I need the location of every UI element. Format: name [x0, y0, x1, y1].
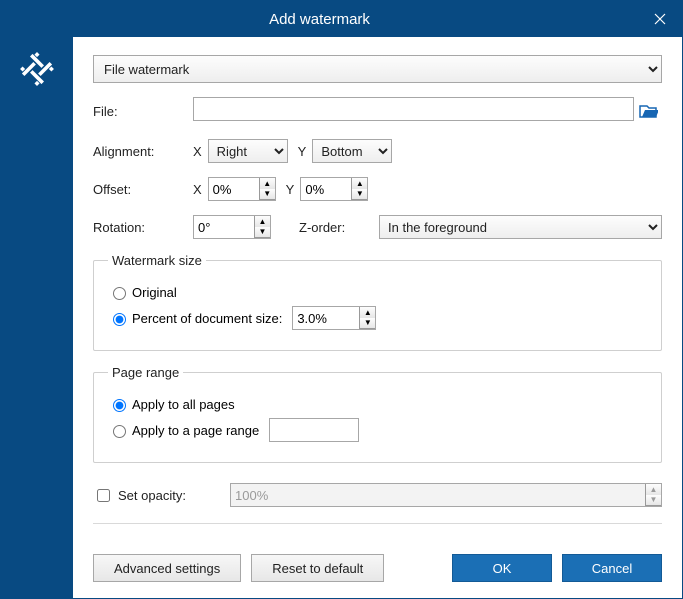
- reset-default-button[interactable]: Reset to default: [251, 554, 384, 582]
- watermark-size-legend: Watermark size: [108, 253, 206, 268]
- y-label-2: Y: [286, 182, 295, 197]
- rotation-input[interactable]: [194, 216, 254, 238]
- page-range-legend: Page range: [108, 365, 183, 380]
- rotation-label: Rotation:: [93, 220, 193, 235]
- opacity-up: ▲: [645, 484, 661, 495]
- size-original-radio[interactable]: [113, 287, 126, 300]
- app-logo-icon: [19, 51, 55, 87]
- size-percent-spinner[interactable]: ▲▼: [292, 306, 376, 330]
- range-specific-label: Apply to a page range: [132, 423, 259, 438]
- size-percent-down[interactable]: ▼: [359, 318, 375, 329]
- zorder-select[interactable]: In the foreground: [379, 215, 662, 239]
- size-percent-label: Percent of document size:: [132, 311, 282, 326]
- sidebar: [1, 37, 73, 598]
- alignment-label: Alignment:: [93, 144, 193, 159]
- y-label-1: Y: [298, 144, 307, 159]
- close-button[interactable]: [638, 1, 682, 37]
- advanced-settings-button[interactable]: Advanced settings: [93, 554, 241, 582]
- offset-y-input[interactable]: [301, 178, 351, 200]
- rotation-down[interactable]: ▼: [254, 227, 270, 238]
- file-open-icon: [638, 101, 658, 121]
- file-label: File:: [93, 104, 193, 119]
- align-x-select[interactable]: Right: [208, 139, 288, 163]
- range-specific-radio[interactable]: [113, 425, 126, 438]
- close-icon: [654, 13, 666, 25]
- offset-y-up[interactable]: ▲: [351, 178, 367, 189]
- zorder-label: Z-order:: [299, 220, 379, 235]
- page-range-group: Page range Apply to all pages Apply to a…: [93, 365, 662, 463]
- size-percent-input[interactable]: [293, 307, 353, 329]
- offset-y-spinner[interactable]: ▲▼: [300, 177, 368, 201]
- form-area: File watermark File: Alignment:: [73, 37, 682, 598]
- file-input[interactable]: [193, 97, 634, 121]
- opacity-label: Set opacity:: [118, 488, 230, 503]
- separator: [93, 523, 662, 524]
- rotation-up[interactable]: ▲: [254, 216, 270, 227]
- dialog-title: Add watermark: [1, 11, 638, 28]
- opacity-checkbox[interactable]: [97, 489, 110, 502]
- size-percent-up[interactable]: ▲: [359, 307, 375, 318]
- cancel-button[interactable]: Cancel: [562, 554, 662, 582]
- opacity-down: ▼: [645, 495, 661, 506]
- rotation-spinner[interactable]: ▲▼: [193, 215, 271, 239]
- size-original-label: Original: [132, 285, 177, 300]
- offset-x-down[interactable]: ▼: [259, 189, 275, 200]
- range-all-radio[interactable]: [113, 399, 126, 412]
- x-label-1: X: [193, 144, 202, 159]
- offset-x-input[interactable]: [209, 178, 259, 200]
- offset-x-spinner[interactable]: ▲▼: [208, 177, 276, 201]
- x-label-2: X: [193, 182, 202, 197]
- offset-label: Offset:: [93, 182, 193, 197]
- title-bar: Add watermark: [1, 1, 682, 37]
- align-y-select[interactable]: Bottom: [312, 139, 392, 163]
- opacity-input: [231, 484, 639, 506]
- offset-x-up[interactable]: ▲: [259, 178, 275, 189]
- file-browse-button[interactable]: [634, 97, 662, 125]
- offset-y-down[interactable]: ▼: [351, 189, 367, 200]
- watermark-size-group: Watermark size Original Percent of docum…: [93, 253, 662, 351]
- ok-button[interactable]: OK: [452, 554, 552, 582]
- range-input[interactable]: [269, 418, 359, 442]
- opacity-spinner: ▲▼: [230, 483, 662, 507]
- watermark-type-select[interactable]: File watermark: [93, 55, 662, 83]
- range-all-label: Apply to all pages: [132, 397, 235, 412]
- size-percent-radio[interactable]: [113, 313, 126, 326]
